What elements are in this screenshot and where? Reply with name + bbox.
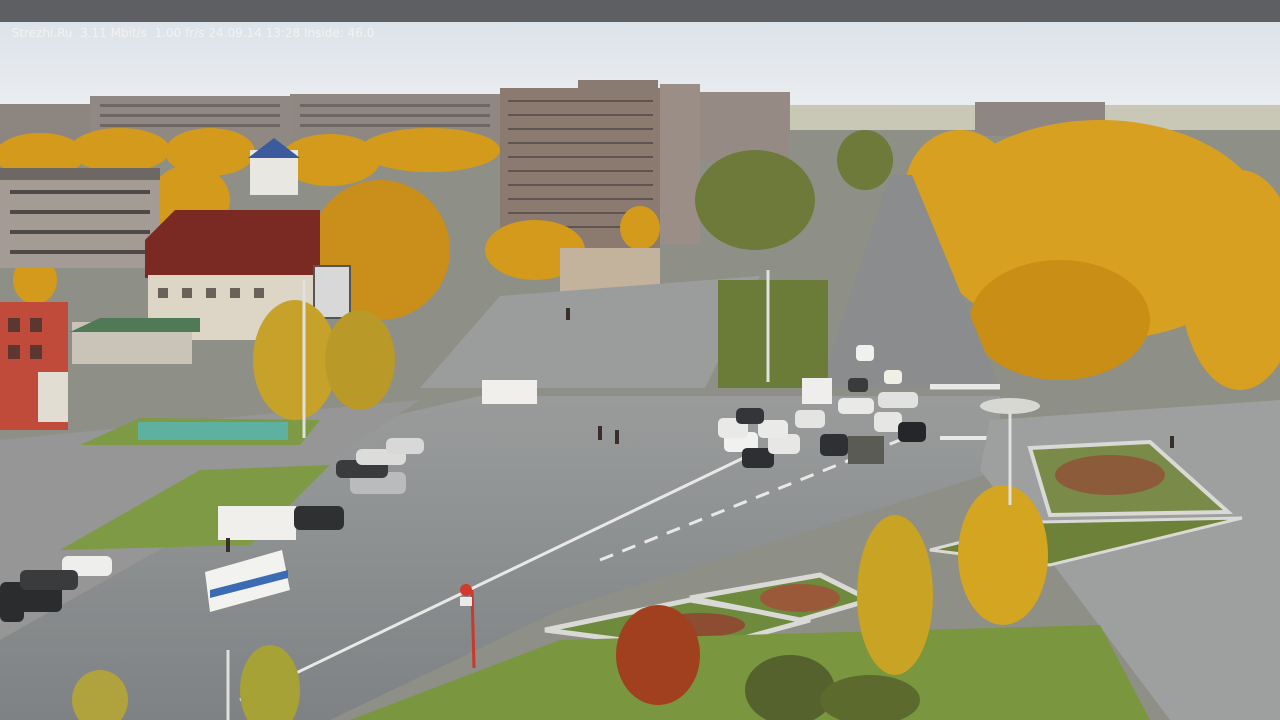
left-apartment-building <box>0 168 160 268</box>
webcam-scene <box>0 22 1280 720</box>
truck <box>848 436 884 464</box>
lamp-canopy <box>980 398 1040 414</box>
avenue-median-grass <box>718 280 828 388</box>
green-court <box>138 422 288 440</box>
billboard <box>313 265 351 319</box>
camera-osd-bar: Strezhi.Ru 3.11 Mbit/s 1.00 fr/s 24.09.1… <box>0 0 1280 40</box>
white-van <box>218 506 296 540</box>
camera-osd-text: Strezhi.Ru 3.11 Mbit/s 1.00 fr/s 24.09.1… <box>11 26 375 40</box>
red-shop-building <box>0 302 68 430</box>
white-truck <box>802 378 832 404</box>
white-van-2 <box>482 380 537 404</box>
webcam-image <box>0 0 1280 720</box>
